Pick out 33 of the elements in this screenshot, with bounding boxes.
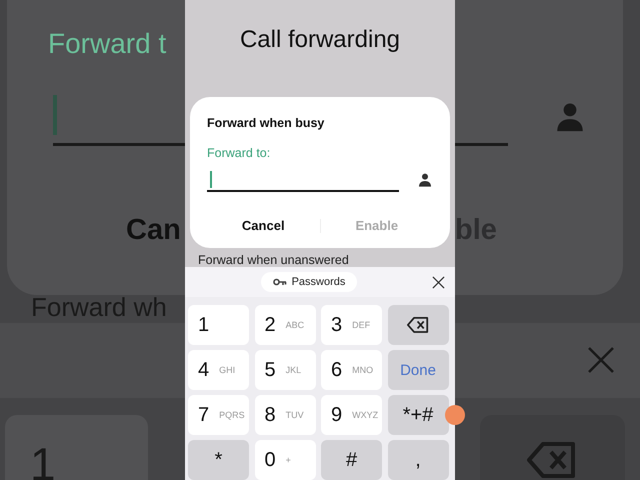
list-item: Forward when unanswered (198, 252, 349, 267)
keypad-key: 1 (5, 415, 148, 480)
backspace-key[interactable] (388, 305, 448, 345)
keypad-key[interactable]: 9 WXYZ (321, 395, 382, 435)
keypad-key[interactable]: 3 DEF (321, 305, 382, 345)
dialog-button[interactable]: Cancel (207, 214, 320, 237)
contact-icon[interactable] (417, 172, 433, 188)
chip-label: Passwords (292, 276, 346, 288)
text-cursor (53, 95, 57, 135)
field-label: Forward to: (207, 146, 272, 160)
symbol-key[interactable]: # (321, 440, 382, 480)
symbol-key[interactable]: * (188, 440, 249, 480)
dialog-title: Forward when busy (207, 116, 326, 130)
symbol-key[interactable]: , (388, 440, 448, 480)
keypad-key[interactable]: 8 TUV (254, 395, 316, 435)
keypad-key[interactable]: 2 ABC (254, 305, 316, 345)
keypad-key[interactable]: 1 (188, 305, 249, 345)
backspace-icon (407, 317, 429, 333)
keypad-key[interactable]: 0 + (254, 440, 316, 480)
page-title: Call forwarding (240, 26, 400, 54)
keypad-key[interactable]: 5 JKL (254, 350, 316, 390)
keypad-key[interactable]: 4 GHI (188, 350, 249, 390)
keypad-key[interactable]: 7 PQRS (188, 395, 249, 435)
key-icon (272, 278, 287, 286)
field-label: Forward t (48, 28, 166, 60)
passwords-chip[interactable]: Passwords (260, 272, 358, 292)
backspace-icon (527, 442, 577, 478)
cancel-label: Can (126, 214, 181, 247)
symbol-key[interactable]: *+# (388, 395, 448, 435)
close-icon[interactable] (432, 276, 445, 289)
number-field[interactable] (207, 168, 399, 192)
field-underline (455, 143, 508, 146)
keypad-key[interactable]: 6 MNO (321, 350, 382, 390)
